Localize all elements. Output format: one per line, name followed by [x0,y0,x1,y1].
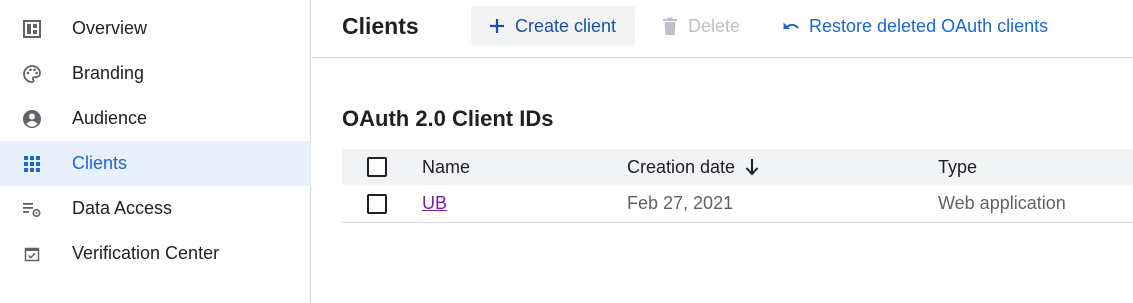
select-all-cell [367,149,387,185]
sidebar-item-overview[interactable]: Overview [0,6,311,51]
dashboard-icon [22,19,42,39]
sidebar-item-clients[interactable]: Clients [0,141,311,186]
apps-grid-icon [22,154,42,174]
plus-icon [487,16,507,36]
create-client-button[interactable]: Create client [471,6,635,46]
account-circle-icon [22,109,42,129]
sidebar-item-label: Audience [72,108,148,128]
palette-icon [22,64,42,84]
restore-deleted-clients-button[interactable]: Restore deleted OAuth clients [782,6,1048,46]
delete-label: Delete [688,15,741,36]
checkbox-calendar-icon [22,244,42,264]
sidebar-item-label: Data Access [72,198,173,218]
section-title: OAuth 2.0 Client IDs [342,106,554,131]
delete-button[interactable]: Delete [662,6,740,46]
sidebar-item-audience[interactable]: Audience [0,96,311,141]
sidebar-item-label: Branding [72,63,145,83]
column-header-name[interactable]: Name [422,149,470,185]
column-header-type[interactable]: Type [938,149,977,185]
page-title: Clients [342,13,419,39]
undo-icon [782,16,802,36]
client-name-link[interactable]: UB [422,193,447,214]
table-row: UB Feb 27, 2021 Web application [342,185,1133,223]
arrow-down-icon [745,158,759,176]
sidebar-item-data-access[interactable]: Data Access [0,186,311,231]
client-type-cell: Web application [938,193,1066,213]
sidebar-item-verification-center[interactable]: Verification Center [0,231,311,276]
select-all-checkbox[interactable] [367,157,387,177]
restore-label: Restore deleted OAuth clients [809,15,1049,36]
sidebar-nav: Overview Branding Audience Clients Data … [0,0,311,303]
create-client-label: Create client [515,15,617,36]
row-checkbox[interactable] [367,193,387,214]
client-name-cell: UB [422,185,447,222]
trash-icon [662,16,680,36]
page-toolbar: Clients Create client Delete Restore del… [312,0,1133,58]
clients-table: Name Creation date Type UB Feb 27, 2021 … [342,149,1133,223]
sidebar-item-branding[interactable]: Branding [0,51,311,96]
sidebar-item-label: Clients [72,153,128,173]
sidebar-item-label: Overview [72,18,148,38]
column-header-label: Creation date [627,156,736,177]
column-header-creation-date[interactable]: Creation date [627,149,759,185]
row-select-cell [367,185,387,222]
creation-date-cell: Feb 27, 2021 [627,193,734,213]
data-settings-icon [22,199,42,219]
sidebar-item-label: Verification Center [72,243,220,263]
table-header: Name Creation date Type [342,149,1133,185]
